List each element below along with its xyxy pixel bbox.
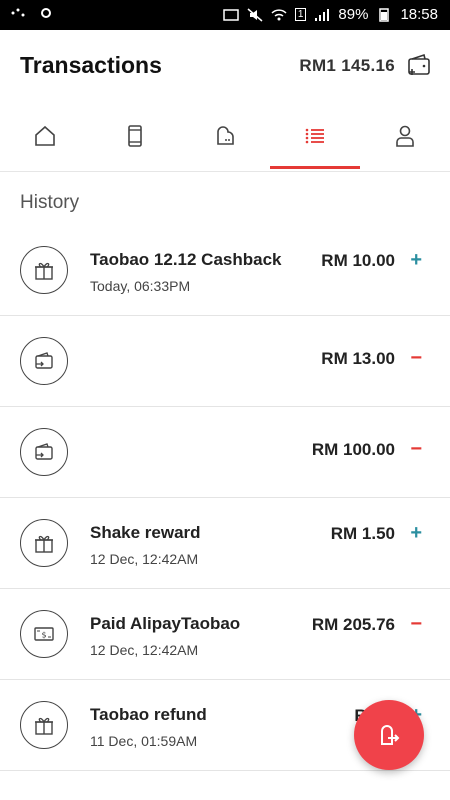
sim-badge: 1	[294, 8, 307, 21]
list-icon	[305, 128, 324, 143]
pay-icon	[217, 125, 234, 145]
section-title: History	[20, 192, 80, 213]
transaction-name: Shake reward	[90, 523, 201, 542]
gift-icon	[20, 701, 68, 749]
tab-home[interactable]	[0, 100, 90, 171]
page-title: Transactions	[20, 52, 162, 78]
transaction-row[interactable]: Taobao 12.12 Cashback Today, 06:33PM RM …	[0, 225, 450, 316]
transaction-name: Taobao 12.12 Cashback	[90, 250, 282, 269]
cash-icon: $	[20, 610, 68, 658]
transaction-time: Today, 06:33PM	[90, 278, 191, 294]
svg-text:$: $	[41, 631, 46, 640]
cast-icon	[223, 8, 239, 22]
bottom-tabs	[0, 100, 450, 172]
tab-transactions[interactable]	[270, 100, 360, 171]
minus-icon: −	[410, 347, 422, 369]
transaction-amount: RM 100.00	[311, 440, 395, 459]
plus-icon: +	[410, 522, 422, 544]
transaction-row[interactable]: RM 100.00 −	[0, 407, 450, 498]
transfer-out-icon	[381, 725, 400, 745]
minus-icon: −	[410, 613, 422, 635]
transfer-fab-button[interactable]	[354, 700, 424, 770]
transaction-time: 12 Dec, 12:42AM	[90, 642, 199, 658]
clock: 18:58	[400, 6, 438, 23]
balance-amount: RM1 145.16	[299, 56, 395, 75]
transaction-row[interactable]: Shake reward 12 Dec, 12:42AM RM 1.50 +	[0, 498, 450, 589]
wallet-add-icon[interactable]	[406, 52, 432, 78]
battery-text: 89%	[338, 6, 369, 23]
settings-gear-icon	[38, 6, 54, 20]
transaction-amount: RM 13.00	[321, 349, 395, 368]
transaction-row[interactable]: RM 13.00 −	[0, 316, 450, 407]
phone-icon	[128, 124, 142, 147]
transaction-name: Paid AlipayTaobao	[90, 614, 241, 633]
tab-profile[interactable]	[360, 100, 450, 171]
transaction-name: Taobao refund	[90, 705, 207, 724]
tab-pay[interactable]	[180, 100, 270, 171]
transaction-row[interactable]: $ Paid AlipayTaobao 12 Dec, 12:42AM RM 2…	[0, 589, 450, 680]
gift-icon	[20, 519, 68, 567]
battery-icon	[376, 7, 392, 22]
wallet-transfer-icon	[20, 428, 68, 476]
status-bar: 1 89% 18:58	[0, 0, 450, 30]
plus-icon: +	[410, 249, 422, 271]
cellular-icon	[314, 8, 330, 22]
mute-icon	[247, 7, 263, 22]
transaction-amount: RM 10.00	[321, 251, 395, 270]
transaction-time: 12 Dec, 12:42AM	[90, 551, 199, 567]
transaction-amount: RM 1.50	[330, 524, 395, 543]
app-bar: Transactions RM1 145.16	[0, 30, 450, 100]
signal-dots-icon	[10, 6, 26, 20]
transaction-amount: RM 205.76	[311, 615, 395, 634]
tab-phone[interactable]	[90, 100, 180, 171]
wallet-transfer-icon	[20, 337, 68, 385]
wifi-icon	[271, 8, 287, 22]
profile-icon	[396, 125, 414, 147]
transaction-time: 11 Dec, 01:59AM	[90, 733, 198, 749]
gift-icon	[20, 246, 68, 294]
home-icon	[35, 125, 55, 146]
transaction-list: Taobao 12.12 Cashback Today, 06:33PM RM …	[0, 225, 450, 771]
minus-icon: −	[410, 438, 422, 460]
